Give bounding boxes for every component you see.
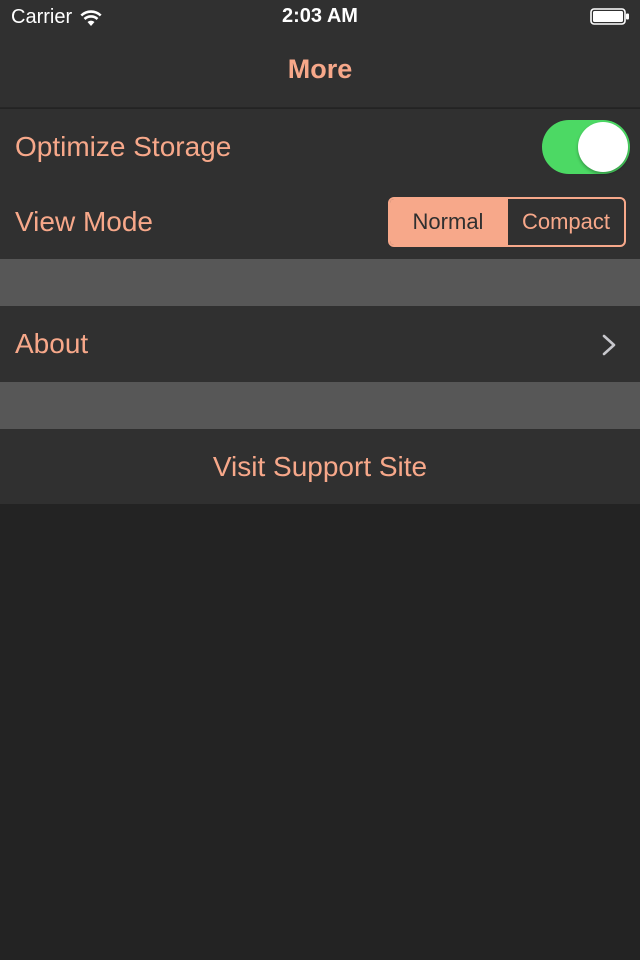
screen: Carrier 2:03 AM More Optimize Storage Vi… xyxy=(0,0,640,960)
status-bar: Carrier 2:03 AM xyxy=(0,0,640,34)
toggle-knob xyxy=(578,122,628,172)
page-title: More xyxy=(287,54,353,84)
chevron-right-icon xyxy=(602,334,616,356)
section-separator xyxy=(0,259,640,306)
support-site-button[interactable]: Visit Support Site xyxy=(0,451,640,483)
segment-normal[interactable]: Normal xyxy=(390,199,506,245)
optimize-storage-label: Optimize Storage xyxy=(15,131,232,162)
about-row[interactable]: About xyxy=(0,306,640,382)
optimize-storage-row: Optimize Storage xyxy=(0,109,640,184)
view-mode-segmented-control[interactable]: Normal Compact xyxy=(388,197,626,247)
segment-compact[interactable]: Compact xyxy=(506,199,624,245)
about-label: About xyxy=(15,328,89,359)
nav-bar: More xyxy=(0,34,640,108)
section-separator xyxy=(0,382,640,429)
status-time: 2:03 AM xyxy=(282,5,358,27)
optimize-storage-toggle[interactable] xyxy=(542,120,630,174)
view-mode-label: View Mode xyxy=(15,206,154,237)
support-site-row[interactable]: Visit Support Site xyxy=(0,429,640,504)
battery-icon xyxy=(590,8,629,25)
view-mode-row: View Mode Normal Compact xyxy=(0,184,640,259)
